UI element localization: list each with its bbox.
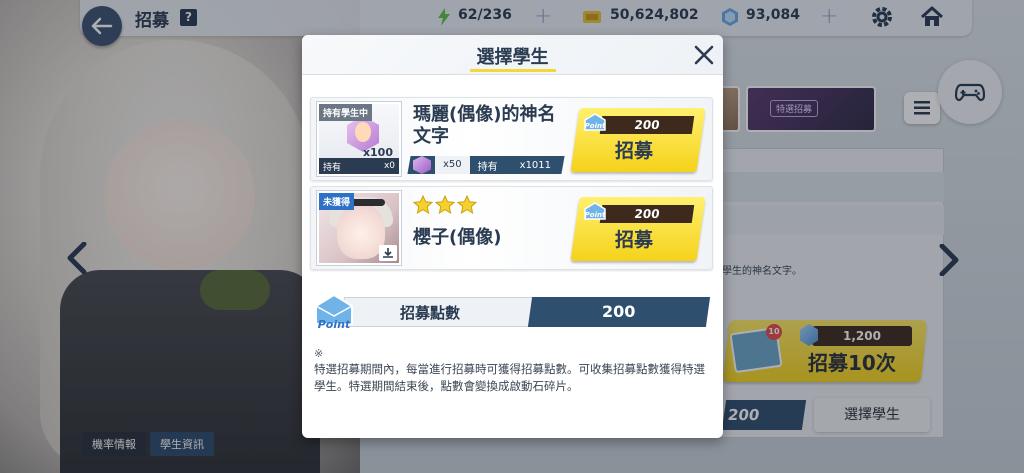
owned-tag: 持有學生中 — [319, 104, 373, 121]
point-icon: Point — [584, 202, 606, 220]
star-icon — [457, 195, 477, 214]
student-name: 櫻子(偶像) — [413, 227, 502, 248]
download-icon — [379, 245, 397, 261]
eleph-portrait: 持有學生中 x100 持有 x0 — [317, 102, 401, 176]
recruit-cost: 200 — [599, 205, 695, 223]
star-rating — [413, 195, 477, 214]
svg-text:Point: Point — [585, 211, 606, 219]
title-underline — [470, 69, 556, 72]
portrait-face — [337, 203, 385, 259]
not-owned-tag: 未獲得 — [319, 193, 355, 210]
portrait-hold-row: 持有 x0 — [319, 158, 399, 174]
recruit-label: 招募 — [615, 140, 654, 162]
point-icon: Point — [315, 293, 353, 331]
point-icon: Point — [584, 113, 606, 131]
student-card-mari[interactable]: 持有學生中 x100 持有 x0 瑪麗(偶像)的神名文字 x50 持有 x101… — [310, 97, 713, 181]
eleph-icon — [413, 156, 431, 174]
points-label: 招募點數 — [400, 304, 461, 322]
svg-text:Point: Point — [585, 122, 606, 130]
eleph-qty: x50 — [435, 156, 470, 174]
eleph-face — [355, 122, 371, 142]
student-name: 瑪麗(偶像)的神名文字 — [413, 104, 556, 147]
close-icon[interactable] — [692, 43, 716, 67]
select-student-dialog: 選擇學生 持有學生中 x100 持有 x0 瑪麗(偶像)的神名文字 x50 持有… — [302, 35, 723, 438]
student-card-sakurako[interactable]: 未獲得 櫻子(偶像) 200 Point 招募 — [310, 186, 713, 270]
star-icon — [435, 195, 455, 214]
hold-value: x1011 — [519, 159, 552, 171]
recruit-cost: 200 — [599, 116, 695, 134]
recruit-points-note: 特選招募期間內，每當進行招募時可獲得招募點數。可收集招募點數獲得特選學生。特選期… — [314, 362, 705, 393]
star-icon — [413, 195, 433, 214]
recruit-points-row: Point 招募點數 200 — [312, 292, 715, 332]
note-mark: ※ — [314, 347, 324, 360]
hold-info: x50 持有 x1011 — [411, 156, 563, 174]
student-portrait: 未獲得 — [317, 191, 401, 265]
svg-text:Point: Point — [318, 318, 351, 331]
hold-label: 持有 — [477, 161, 498, 173]
portrait-hold-value: x0 — [383, 161, 395, 171]
recruit-label: 招募 — [615, 229, 654, 251]
portrait-hold-label: 持有 — [323, 162, 342, 173]
points-value: 200 — [602, 302, 636, 321]
dialog-title: 選擇學生 — [476, 47, 549, 68]
